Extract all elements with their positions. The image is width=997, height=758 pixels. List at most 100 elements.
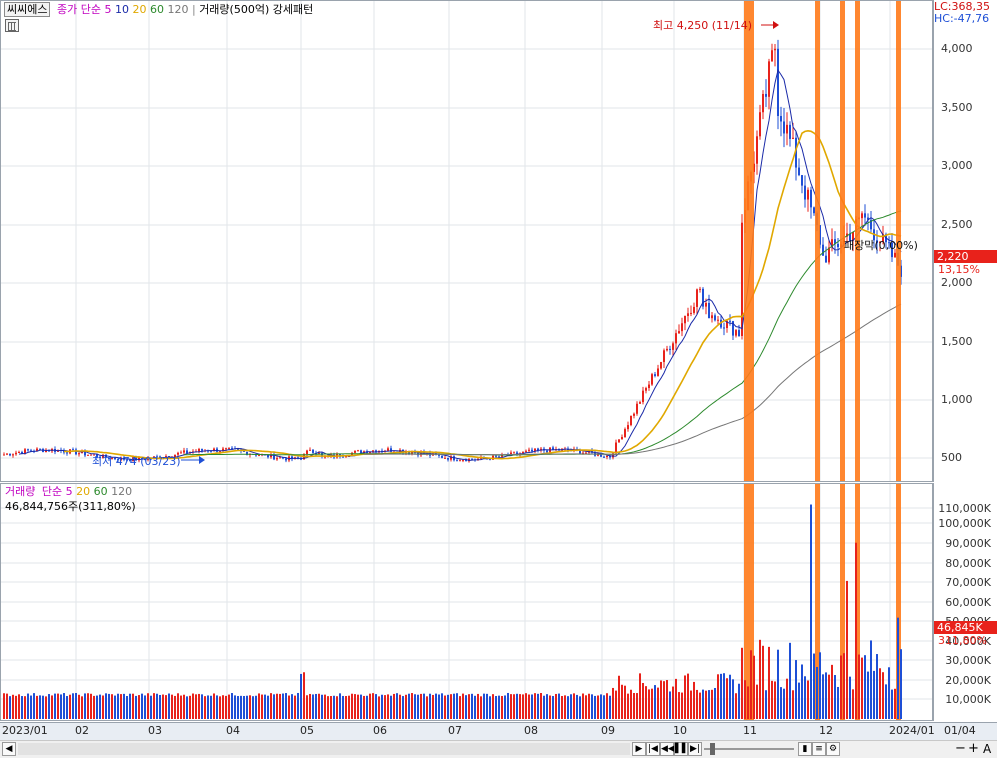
candle-body	[723, 327, 725, 329]
volume-bar	[525, 693, 527, 719]
volume-bar	[141, 693, 143, 719]
candle-body	[696, 289, 698, 307]
date-label: 2024/01	[889, 724, 935, 737]
scroll-track[interactable]	[18, 743, 630, 755]
volume-chart-pane[interactable]: 거래량 단순 5 20 60 120 46,844,756주(311,80%)	[0, 483, 933, 721]
volume-bar	[726, 678, 728, 719]
volume-bar	[444, 695, 446, 719]
signal-bar	[815, 1, 820, 481]
volume-bar	[432, 694, 434, 719]
current-volume-tag: 46,845K	[934, 621, 997, 634]
candle-body	[774, 48, 776, 51]
price-tick: 4,000	[941, 42, 973, 55]
candle-body	[462, 459, 464, 461]
volume-bar	[282, 693, 284, 719]
date-label: 08	[524, 724, 538, 737]
volume-bar	[384, 695, 386, 719]
candle-body	[27, 449, 29, 451]
candle-body	[672, 343, 674, 350]
volume-bar	[570, 694, 572, 719]
pause-icon[interactable]: ▌▌	[674, 742, 689, 756]
price-chart-pane[interactable]: 씨씨에스 종가 단순 5 10 20 60 120 | 거래량(500억) 강세…	[0, 0, 933, 482]
candle-body	[87, 454, 89, 456]
volume-bar	[177, 693, 179, 719]
volume-tick: 60,000K	[945, 596, 991, 609]
candle-body	[690, 312, 692, 314]
volume-bar	[678, 692, 680, 719]
volume-bar	[573, 693, 575, 719]
price-chart-canvas[interactable]	[1, 1, 932, 481]
candle-body	[546, 450, 548, 453]
volume-bar	[495, 695, 497, 719]
bar-chart-icon[interactable]: ▮	[798, 742, 812, 756]
volume-bar	[312, 694, 314, 719]
volume-bar	[789, 642, 791, 719]
volume-bar	[555, 693, 557, 719]
candle-body	[705, 302, 707, 307]
volume-bar	[600, 694, 602, 719]
zoom-slider[interactable]	[704, 743, 794, 755]
candle-body	[810, 189, 812, 208]
candle-body	[660, 362, 662, 369]
volume-bar	[819, 652, 821, 719]
volume-bar	[591, 694, 593, 719]
candle-body	[813, 207, 815, 214]
volume-bar	[786, 678, 788, 719]
volume-bar	[303, 672, 305, 719]
last-page-icon[interactable]: ▶|	[688, 742, 702, 756]
volume-bar	[123, 693, 125, 719]
volume-bar	[126, 696, 128, 719]
volume-bar	[519, 694, 521, 719]
stock-name[interactable]: 씨씨에스	[4, 2, 51, 17]
volume-bar	[345, 696, 347, 719]
candle-body	[459, 460, 461, 462]
scroll-right-button[interactable]: ▶	[632, 742, 646, 756]
volume-bar	[513, 694, 515, 719]
settings-icon[interactable]: ⚙	[826, 742, 840, 756]
candle-body	[513, 452, 515, 454]
volume-bar	[357, 694, 359, 719]
candle-body	[804, 185, 806, 200]
volume-bar	[453, 693, 455, 719]
candle-body	[15, 452, 17, 455]
pattern-annotation: 패장막(0,00%)	[844, 239, 918, 252]
volume-bar	[477, 693, 479, 719]
chart-scroll-bar[interactable]: ◀ ▶ |◀ ◀◀ ▌▌ ▶| ▮ ≡ ⚙ − + A	[0, 740, 997, 758]
line-chart-icon[interactable]: ≡	[812, 742, 826, 756]
first-page-icon[interactable]: |◀	[646, 742, 660, 756]
volume-bar	[831, 664, 833, 719]
volume-bar	[285, 693, 287, 719]
volume-chart-canvas[interactable]	[1, 484, 932, 720]
volume-bar	[498, 695, 500, 719]
volume-bar	[315, 693, 317, 719]
volume-bar	[465, 695, 467, 719]
candle-body	[762, 93, 764, 113]
volume-bar	[3, 693, 5, 719]
volume-bar	[702, 689, 704, 719]
candle-body	[528, 449, 530, 451]
zoom-in-icon[interactable]: +	[968, 741, 979, 756]
volume-bar	[528, 694, 530, 719]
candle-body	[783, 121, 785, 134]
volume-bar	[219, 696, 221, 719]
volume-bar	[459, 696, 461, 719]
volume-bar	[645, 686, 647, 719]
candle-body	[309, 449, 311, 451]
volume-bar	[330, 696, 332, 719]
volume-bar	[387, 694, 389, 719]
volume-bar	[768, 646, 770, 719]
volume-bar	[564, 695, 566, 719]
ma20-line	[63, 129, 902, 460]
zoom-out-icon[interactable]: −	[955, 741, 966, 756]
rewind-icon[interactable]: ◀◀	[660, 742, 675, 756]
auto-scale-icon[interactable]: A	[983, 742, 991, 756]
volume-bar	[306, 695, 308, 719]
grid-table-icon[interactable]	[5, 19, 19, 32]
candle-body	[210, 451, 212, 453]
volume-bar	[423, 693, 425, 719]
scroll-left-button[interactable]: ◀	[2, 742, 16, 756]
volume-bar	[732, 679, 734, 719]
volume-bar	[6, 693, 8, 719]
volume-tick: 30,000K	[945, 654, 991, 667]
volume-tick: 90,000K	[945, 537, 991, 550]
